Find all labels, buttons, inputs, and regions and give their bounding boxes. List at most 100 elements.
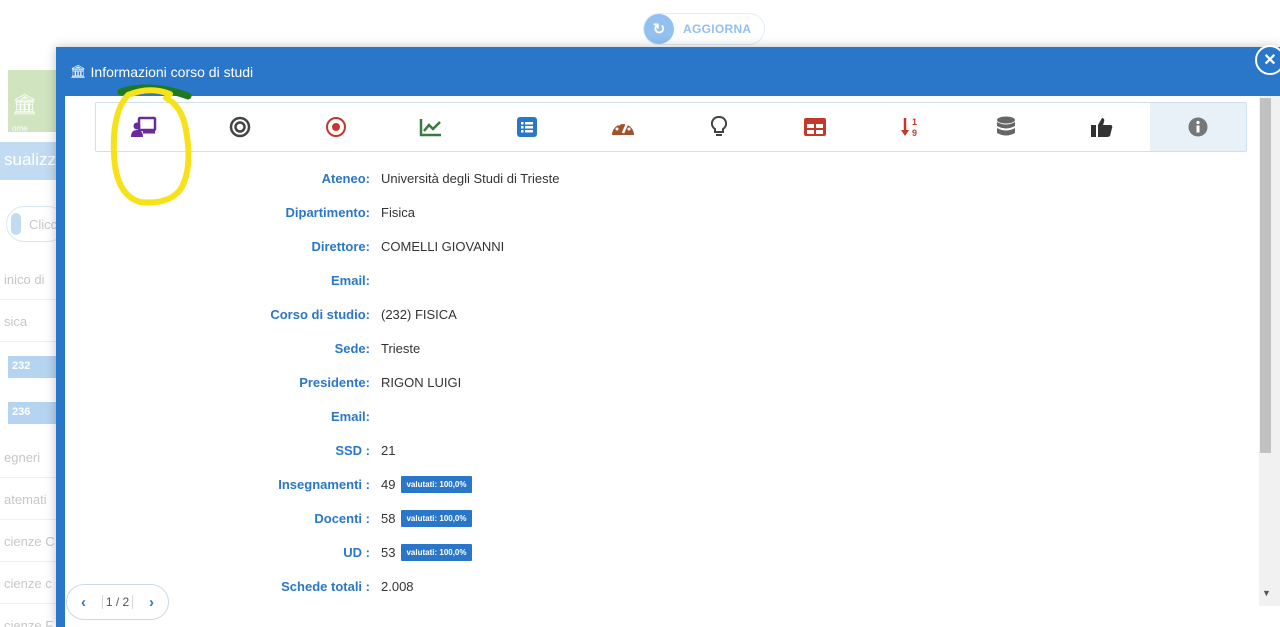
field-row-presidente: Presidente: RIGON LUIGI bbox=[65, 372, 865, 392]
visualize-header: sualizz bbox=[0, 142, 62, 180]
tab-database[interactable] bbox=[958, 103, 1054, 151]
bank-icon: 🏛 bbox=[70, 64, 87, 79]
course-chip[interactable]: 236 bbox=[8, 402, 62, 424]
section-toolbar: 1 9 bbox=[95, 102, 1247, 152]
evaluated-badge: valutati: 100,0% bbox=[401, 509, 472, 527]
evaluated-badge: valutati: 100,0% bbox=[401, 543, 472, 561]
field-label: UD : bbox=[343, 544, 370, 560]
tab-objective[interactable] bbox=[288, 103, 384, 151]
field-value: 2.008 bbox=[381, 578, 414, 594]
page-indicator: 1 / 2 bbox=[101, 595, 134, 609]
field-value: 58 valutati: 100,0% bbox=[373, 509, 472, 527]
field-value: (232) FISICA bbox=[381, 306, 457, 322]
sidebar-item[interactable]: egneri bbox=[0, 438, 62, 478]
field-label: Ateneo: bbox=[321, 170, 370, 186]
field-label: Corso di studio: bbox=[270, 306, 370, 322]
field-row-sede: Sede: Trieste bbox=[65, 338, 865, 358]
svg-text:9: 9 bbox=[912, 128, 917, 138]
background-sidebar: 🏛 ome sualizz Clicc inico di sica 232 23… bbox=[0, 60, 66, 627]
field-label: Direttore: bbox=[311, 238, 370, 254]
field-label: SSD : bbox=[335, 442, 370, 458]
modal-header: 🏛 Informazioni corso di studi bbox=[56, 47, 1280, 96]
refresh-button[interactable]: ↻ AGGIORNA bbox=[643, 13, 765, 45]
dashboard-icon bbox=[612, 120, 635, 135]
course-icon bbox=[130, 116, 157, 137]
next-page-button[interactable]: › bbox=[149, 594, 154, 611]
tab-sort[interactable]: 1 9 bbox=[863, 103, 959, 151]
field-value: Trieste bbox=[381, 340, 421, 356]
field-row-corso: Corso di studio: (232) FISICA bbox=[65, 304, 865, 324]
lightbulb-icon bbox=[710, 116, 727, 136]
home-tile[interactable]: 🏛 ome bbox=[8, 70, 62, 133]
refresh-label: AGGIORNA bbox=[683, 22, 752, 36]
scroll-down-arrow-icon[interactable]: ▼ bbox=[1262, 588, 1271, 598]
field-label: Email: bbox=[330, 272, 370, 288]
sidebar-item[interactable]: cienze F bbox=[0, 606, 62, 627]
pager: ‹ 1 / 2 › bbox=[66, 584, 169, 620]
tab-dashboard[interactable] bbox=[575, 103, 671, 151]
table-icon bbox=[803, 118, 826, 136]
course-chip-label: 232 bbox=[12, 360, 31, 372]
tab-info[interactable] bbox=[1150, 103, 1246, 151]
field-value: 49 valutati: 100,0% bbox=[373, 475, 472, 493]
field-row-schede: Schede totali : 2.008 bbox=[65, 576, 865, 596]
close-icon: ✕ bbox=[1263, 52, 1277, 69]
course-info-modal: 🏛 Informazioni corso di studi 1 9 Ateneo… bbox=[56, 47, 1280, 627]
field-row-dipartimento: Dipartimento: Fisica bbox=[65, 202, 865, 222]
modal-title-text: Informazioni corso di studi bbox=[90, 64, 254, 80]
modal-title: 🏛 Informazioni corso di studi bbox=[70, 64, 253, 80]
close-button[interactable]: ✕ bbox=[1255, 45, 1280, 75]
field-label: Insegnamenti : bbox=[278, 476, 370, 492]
field-label: Docenti : bbox=[314, 510, 370, 526]
field-row-ateneo: Ateneo: Università degli Studi di Triest… bbox=[65, 168, 865, 188]
field-value: 21 bbox=[381, 442, 396, 458]
tab-table[interactable] bbox=[767, 103, 863, 151]
sidebar-item[interactable]: cienze c bbox=[0, 564, 62, 604]
refresh-icon: ↻ bbox=[644, 14, 674, 44]
sidebar-item[interactable]: sica bbox=[0, 302, 62, 342]
field-row-ud: UD : 53 valutati: 100,0% bbox=[65, 542, 865, 562]
field-row-ssd: SSD : 21 bbox=[65, 440, 865, 460]
chart-line-icon bbox=[420, 119, 442, 137]
tab-ideas[interactable] bbox=[671, 103, 767, 151]
field-label: Dipartimento: bbox=[285, 204, 371, 220]
field-value: COMELLI GIOVANNI bbox=[381, 238, 505, 254]
svg-text:1: 1 bbox=[912, 117, 917, 127]
tab-ratings[interactable] bbox=[1054, 103, 1150, 151]
sidebar-item[interactable]: inico di bbox=[0, 260, 62, 300]
field-value-number: 53 bbox=[381, 544, 396, 560]
field-row-direttore: Direttore: COMELLI GIOVANNI bbox=[65, 236, 865, 256]
evaluated-badge: valutati: 100,0% bbox=[401, 475, 472, 493]
field-label: Sede: bbox=[334, 340, 370, 356]
field-row-email-director: Email: bbox=[65, 270, 865, 290]
field-value-number: 49 bbox=[381, 476, 396, 492]
thumbs-up-icon bbox=[1091, 118, 1113, 137]
field-value: Università degli Studi di Trieste bbox=[381, 170, 560, 186]
tab-trend[interactable] bbox=[383, 103, 479, 151]
tab-list[interactable] bbox=[479, 103, 575, 151]
info-icon bbox=[1188, 117, 1208, 137]
list-icon bbox=[517, 117, 538, 137]
database-icon bbox=[997, 116, 1016, 136]
field-value: RIGON LUIGI bbox=[381, 374, 462, 390]
scrollbar-thumb[interactable] bbox=[1260, 98, 1271, 453]
field-row-insegnamenti: Insegnamenti : 49 valutati: 100,0% bbox=[65, 474, 865, 494]
course-chip-label: 236 bbox=[12, 406, 31, 418]
field-value: Fisica bbox=[381, 204, 415, 220]
field-value: 53 valutati: 100,0% bbox=[373, 543, 472, 561]
field-label: Presidente: bbox=[299, 374, 370, 390]
tab-targets[interactable] bbox=[192, 103, 288, 151]
sidebar-item[interactable]: atemati bbox=[0, 480, 62, 520]
field-label: Email: bbox=[330, 408, 370, 424]
sort-numeric-icon: 1 9 bbox=[900, 117, 917, 138]
field-row-docenti: Docenti : 58 valutati: 100,0% bbox=[65, 508, 865, 528]
sidebar-item[interactable]: cienze C bbox=[0, 522, 62, 562]
tab-course[interactable] bbox=[96, 103, 192, 151]
target-rings-icon bbox=[229, 116, 250, 138]
course-chip[interactable]: 232 bbox=[8, 356, 62, 378]
prev-page-button[interactable]: ‹ bbox=[81, 594, 86, 611]
target-dot-icon bbox=[325, 117, 346, 137]
bank-icon: 🏛 bbox=[12, 94, 38, 116]
home-tile-label: ome bbox=[12, 124, 28, 133]
field-row-email-president: Email: bbox=[65, 406, 865, 426]
